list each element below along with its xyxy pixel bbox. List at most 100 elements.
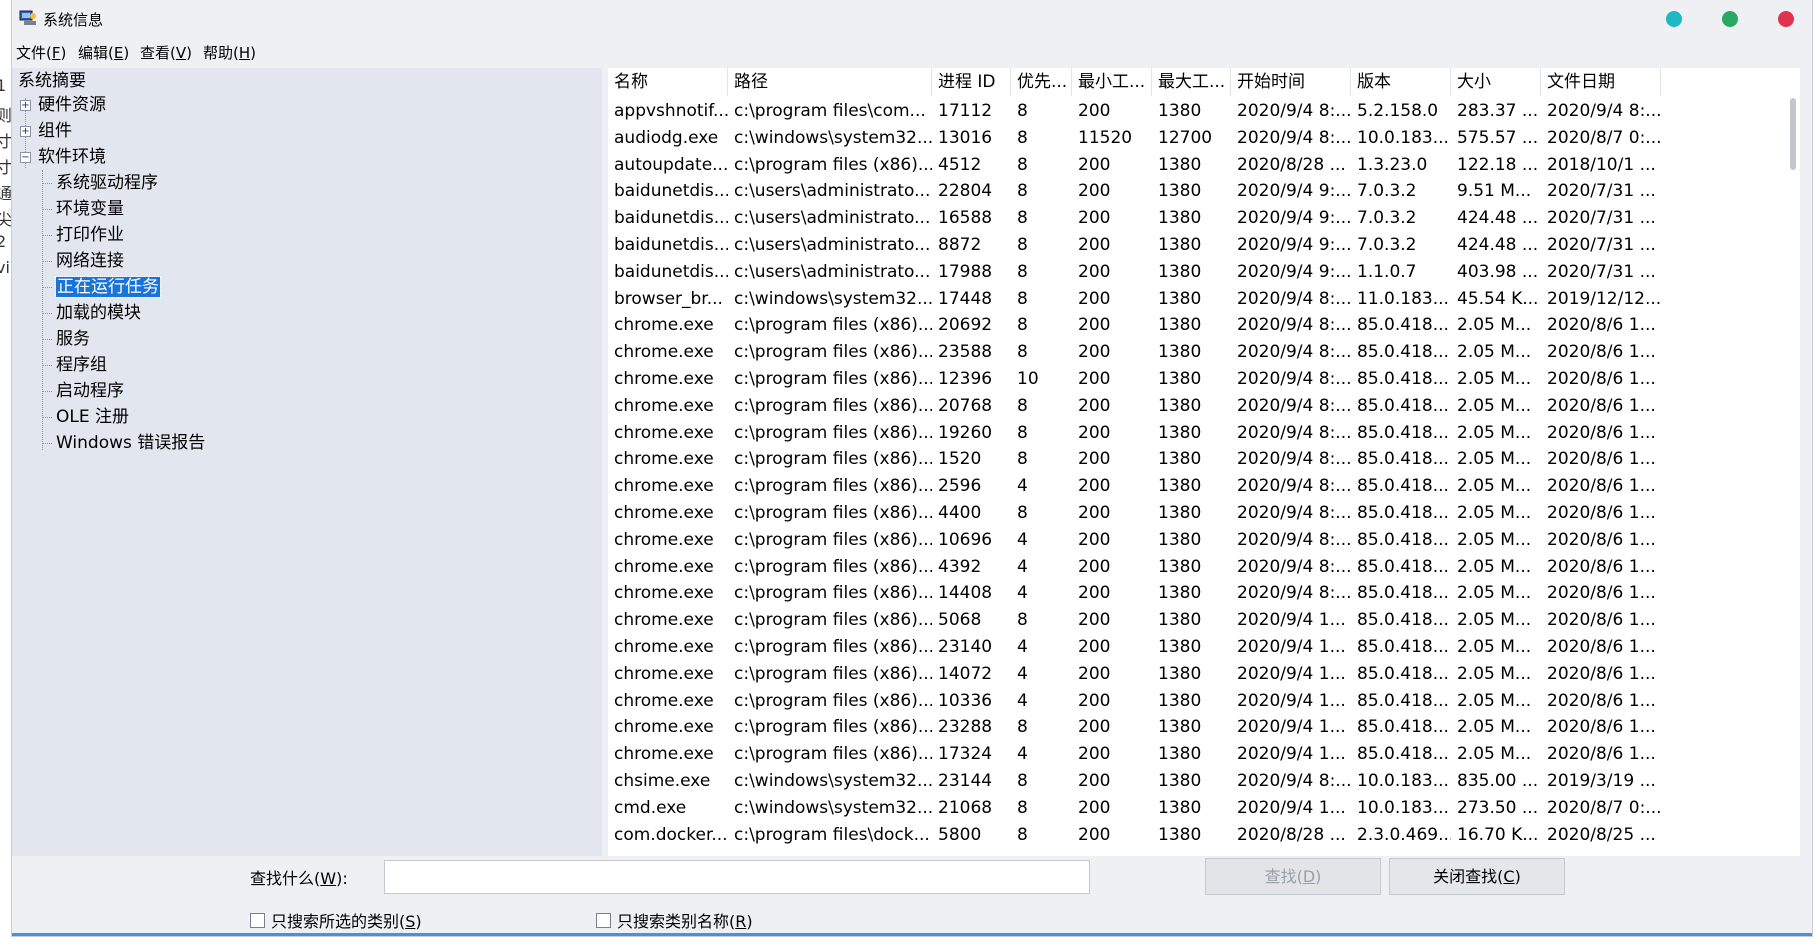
close-button[interactable] bbox=[1778, 11, 1794, 27]
column-header[interactable]: 版本 bbox=[1351, 68, 1451, 96]
column-header[interactable]: 最小工... bbox=[1072, 68, 1152, 96]
expand-components-icon[interactable]: + bbox=[20, 126, 31, 137]
table-cell: 17988 bbox=[938, 261, 993, 282]
table-row[interactable]: chrome.exe c:\program files (x86)... 10696… bbox=[608, 527, 1778, 554]
table-row[interactable]: chrome.exe c:\program files (x86)... 14408… bbox=[608, 580, 1778, 607]
column-header[interactable]: 进程 ID bbox=[932, 68, 1011, 96]
menu-file[interactable]: 文件(F) bbox=[16, 42, 66, 63]
table-row[interactable]: chrome.exe c:\program files (x86)... 17324… bbox=[608, 741, 1778, 768]
find-input[interactable] bbox=[384, 860, 1090, 894]
tree-node-child[interactable]: 服务 bbox=[56, 328, 90, 350]
table-row[interactable]: cmd.exe c:\windows\system32... 21068 8 200 13… bbox=[608, 795, 1778, 822]
table-row[interactable]: chrome.exe c:\program files (x86)... 4392 4… bbox=[608, 554, 1778, 581]
table-cell: 2.05 M... bbox=[1457, 690, 1532, 711]
checkbox-box[interactable] bbox=[596, 913, 611, 928]
table-row[interactable]: chrome.exe c:\program files (x86)... 2596 4… bbox=[608, 473, 1778, 500]
find-label: 查找什么(W): bbox=[250, 869, 348, 888]
table-cell: 2020/7/31 ... bbox=[1547, 208, 1656, 229]
table-cell: chrome.exe bbox=[614, 610, 714, 631]
table-cell: 8 bbox=[1017, 503, 1028, 523]
table-row[interactable]: chrome.exe c:\program files (x86)... 4400 8… bbox=[608, 500, 1778, 527]
table-cell: c:\program files (x86)... bbox=[734, 690, 932, 711]
table-cell: 200 bbox=[1078, 208, 1111, 229]
tree-node-child[interactable]: OLE 注册 bbox=[56, 406, 129, 428]
table-row[interactable]: appvshnotif... c:\program files\com... 171… bbox=[608, 98, 1778, 125]
tree-node-child[interactable]: 系统驱动程序 bbox=[56, 172, 158, 194]
table-row[interactable]: baidunetdis... c:\users\administrato... 16… bbox=[608, 205, 1778, 232]
tree-node-child[interactable]: 环境变量 bbox=[56, 198, 124, 220]
category-tree[interactable]: 系统摘要 + 硬件资源 + 组件 − 软件环境 系统驱动程序 环境变量打印作业网络… bbox=[12, 68, 602, 856]
table-row[interactable]: chrome.exe c:\program files (x86)... 10336… bbox=[608, 688, 1778, 715]
table-row[interactable]: chrome.exe c:\program files (x86)... 12396… bbox=[608, 366, 1778, 393]
table-row[interactable]: chrome.exe c:\program files (x86)... 1520 8… bbox=[608, 446, 1778, 473]
search-selected-category-checkbox[interactable]: 只搜索所选的类别(S) bbox=[250, 908, 422, 932]
table-cell: 2.05 M... bbox=[1457, 422, 1532, 443]
tree-node-child[interactable]: 程序组 bbox=[56, 354, 107, 376]
table-row[interactable]: chrome.exe c:\program files (x86)... 14072… bbox=[608, 661, 1778, 688]
tree-node-child[interactable]: Windows 错误报告 bbox=[56, 432, 205, 454]
column-header[interactable]: 大小 bbox=[1451, 68, 1541, 96]
table-row[interactable]: chsime.exe c:\windows\system32... 23144 8 20… bbox=[608, 768, 1778, 795]
table-row[interactable]: com.docker.... c:\program files\dock... 58… bbox=[608, 822, 1778, 849]
table-row[interactable]: baidunetdis... c:\users\administrato... 22… bbox=[608, 178, 1778, 205]
menu-help[interactable]: 帮助(H) bbox=[203, 42, 256, 63]
table-row[interactable]: baidunetdis... c:\users\administrato... 88… bbox=[608, 232, 1778, 259]
table-cell: chrome.exe bbox=[614, 663, 714, 684]
column-header[interactable]: 开始时间 bbox=[1231, 68, 1351, 96]
table-row[interactable]: chrome.exe c:\program files (x86)... 23288… bbox=[608, 714, 1778, 741]
tree-node-child[interactable]: 启动程序 bbox=[56, 380, 124, 402]
table-row[interactable]: chrome.exe c:\program files (x86)... 5068 8… bbox=[608, 607, 1778, 634]
table-row[interactable]: chrome.exe c:\program files (x86)... 20692… bbox=[608, 312, 1778, 339]
table-cell: 9.51 M... bbox=[1457, 181, 1532, 202]
column-header[interactable]: 文件日期 bbox=[1541, 68, 1661, 96]
details-list[interactable]: 名称 路径 进程 ID 优先... 最小工... 最大工... 开始时间 版本 大小 文件日期 a… bbox=[608, 68, 1800, 856]
scrollbar-thumb[interactable] bbox=[1790, 98, 1796, 170]
expand-hardware-icon[interactable]: + bbox=[20, 100, 31, 111]
table-row[interactable]: chrome.exe c:\program files (x86)... 23588… bbox=[608, 339, 1778, 366]
tree-node-system-summary[interactable]: 系统摘要 bbox=[18, 70, 86, 92]
checkbox-box[interactable] bbox=[250, 913, 265, 928]
table-cell: 2.05 M... bbox=[1457, 315, 1532, 336]
table-row[interactable]: autoupdate.... c:\program files (x86)... 4… bbox=[608, 152, 1778, 179]
table-row[interactable]: chrome.exe c:\program files (x86)... 19260… bbox=[608, 420, 1778, 447]
table-cell: 2020/8/6 1... bbox=[1547, 529, 1656, 550]
tree-node-software[interactable]: 软件环境 bbox=[38, 146, 106, 168]
tree-node-child[interactable]: 正在运行任务 bbox=[55, 276, 161, 298]
column-header[interactable]: 最大工... bbox=[1152, 68, 1231, 96]
table-cell: 2.05 M... bbox=[1457, 744, 1532, 765]
tree-node-child[interactable]: 加载的模块 bbox=[56, 302, 141, 324]
menu-view[interactable]: 查看(V) bbox=[140, 42, 192, 63]
table-cell: 20692 bbox=[938, 315, 993, 336]
close-find-button[interactable]: 关闭查找(C) bbox=[1389, 858, 1565, 895]
table-cell: 45.54 K... bbox=[1457, 288, 1539, 309]
tree-node-child[interactable]: 网络连接 bbox=[56, 250, 124, 272]
table-cell: 85.0.418... bbox=[1357, 315, 1449, 336]
title-bar[interactable]: 系统信息 bbox=[12, 0, 1812, 38]
column-header[interactable]: 名称 bbox=[608, 68, 728, 96]
table-row[interactable]: baidunetdis... c:\users\administrato... 17… bbox=[608, 259, 1778, 286]
table-cell: 2020/8/6 1... bbox=[1547, 342, 1656, 363]
vertical-scrollbar[interactable] bbox=[1786, 96, 1800, 856]
minimize-button[interactable] bbox=[1666, 11, 1682, 27]
table-cell: 424.48 ... bbox=[1457, 235, 1539, 255]
tree-node-hardware[interactable]: 硬件资源 bbox=[38, 94, 106, 116]
menu-edit[interactable]: 编辑(E) bbox=[78, 42, 129, 63]
table-row[interactable]: chrome.exe c:\program files (x86)... 20768… bbox=[608, 393, 1778, 420]
column-header[interactable]: 路径 bbox=[728, 68, 932, 96]
collapse-software-icon[interactable]: − bbox=[20, 152, 31, 163]
maximize-button[interactable] bbox=[1722, 11, 1738, 27]
table-cell: 2020/9/4 9:... bbox=[1237, 261, 1351, 282]
tree-node-components[interactable]: 组件 bbox=[38, 120, 72, 142]
find-button[interactable]: 查找(D) bbox=[1205, 858, 1381, 895]
table-row[interactable]: browser_br... c:\windows\system32... 17448… bbox=[608, 286, 1778, 313]
table-row[interactable]: audiodg.exe c:\windows\system32... 13016 8 1… bbox=[608, 125, 1778, 152]
table-cell: chrome.exe bbox=[614, 503, 714, 523]
column-header[interactable]: 优先... bbox=[1011, 68, 1072, 96]
table-cell: 2020/8/28 ... bbox=[1237, 154, 1346, 175]
tree-node-child[interactable]: 打印作业 bbox=[56, 224, 124, 246]
table-row[interactable]: chrome.exe c:\program files (x86)... 23140… bbox=[608, 634, 1778, 661]
table-cell: 2020/9/4 8:... bbox=[1237, 342, 1351, 363]
table-cell: 85.0.418... bbox=[1357, 395, 1449, 416]
search-category-names-checkbox[interactable]: 只搜索类别名称(R) bbox=[596, 908, 753, 932]
table-cell: c:\program files (x86)... bbox=[734, 663, 932, 684]
